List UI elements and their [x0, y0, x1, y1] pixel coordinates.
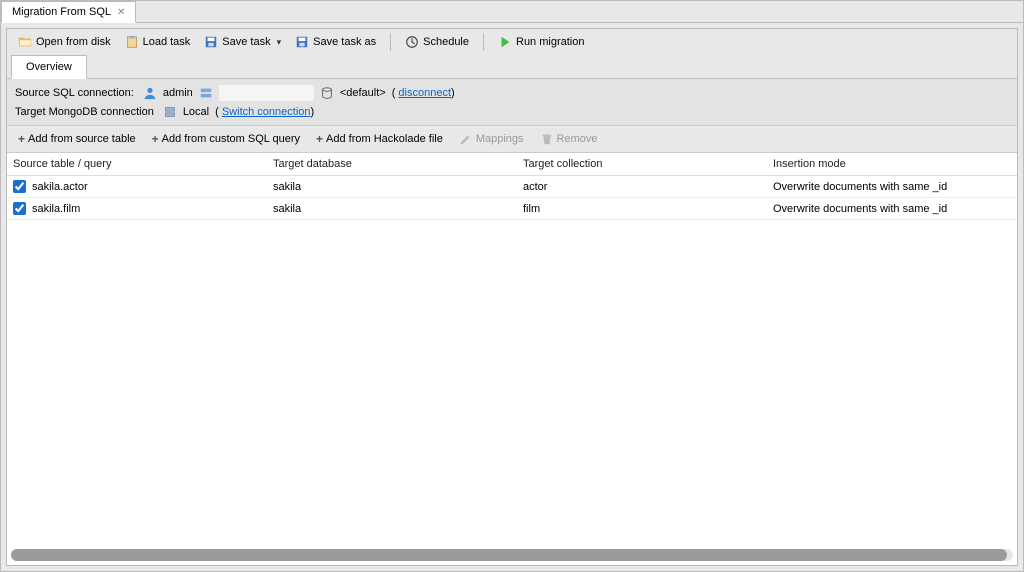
- app-window: Migration From SQL ✕ Open from disk Load…: [0, 0, 1024, 572]
- source-host-masked: [219, 85, 314, 101]
- play-icon: [498, 35, 512, 49]
- user-icon: [143, 86, 157, 100]
- source-connection-label: Source SQL connection:: [15, 87, 134, 99]
- row-insertion-mode: Overwrite documents with same _id: [773, 203, 1011, 215]
- row-checkbox[interactable]: [13, 202, 26, 215]
- h-scrollbar[interactable]: [11, 549, 1013, 561]
- toolbar-divider: [483, 33, 484, 51]
- window-tabstrip: Migration From SQL ✕: [1, 1, 1023, 23]
- remove-button[interactable]: Remove: [533, 129, 605, 149]
- add-from-custom-sql-button[interactable]: Add from custom SQL query: [145, 129, 307, 149]
- target-name: Local: [183, 106, 209, 118]
- save-task-button[interactable]: Save task ▾: [199, 32, 286, 52]
- col-target-coll[interactable]: Target collection: [523, 158, 773, 170]
- table-body: sakila.actor sakilaactorOverwrite documen…: [7, 176, 1017, 220]
- database-icon: [320, 86, 334, 100]
- row-target-db: sakila: [273, 203, 523, 215]
- source-default-db: <default>: [340, 87, 386, 99]
- trash-icon: [540, 132, 554, 146]
- row-target-db: sakila: [273, 181, 523, 193]
- plus-icon: [316, 132, 323, 146]
- tab-overview[interactable]: Overview: [11, 55, 87, 79]
- clipboard-load-icon: [125, 35, 139, 49]
- col-insertion-mode[interactable]: Insertion mode: [773, 158, 1011, 170]
- target-connection-row: Target MongoDB connection Local ( Switch…: [15, 105, 1009, 119]
- plus-icon: [18, 132, 25, 146]
- mappings-button[interactable]: Mappings: [452, 129, 531, 149]
- connection-panel: Source SQL connection: admin <default> (…: [7, 79, 1017, 126]
- table-row[interactable]: sakila.film sakilafilmOverwrite documents…: [7, 198, 1017, 220]
- save-icon: [204, 35, 218, 49]
- main-toolbar: Open from disk Load task Save task ▾: [7, 29, 1017, 55]
- content-area: Open from disk Load task Save task ▾: [1, 23, 1023, 571]
- inner-panel: Open from disk Load task Save task ▾: [6, 28, 1018, 566]
- h-scrollbar-thumb[interactable]: [11, 549, 1007, 561]
- sub-tabstrip: Overview: [7, 55, 1017, 79]
- row-target-coll: film: [523, 203, 773, 215]
- row-checkbox[interactable]: [13, 180, 26, 193]
- table-empty-space: [7, 220, 1017, 545]
- row-insertion-mode: Overwrite documents with same _id: [773, 181, 1011, 193]
- migration-table: Source table / query Target database Tar…: [7, 153, 1017, 565]
- window-tab-title: Migration From SQL: [12, 6, 111, 18]
- close-icon[interactable]: ✕: [117, 7, 125, 18]
- run-migration-button[interactable]: Run migration: [493, 32, 589, 52]
- switch-wrap: ( Switch connection): [215, 106, 314, 118]
- add-from-source-table-button[interactable]: Add from source table: [11, 129, 143, 149]
- toolbar-divider: [390, 33, 391, 51]
- disconnect-link[interactable]: disconnect: [398, 87, 451, 99]
- source-user: admin: [163, 87, 193, 99]
- add-from-hackolade-button[interactable]: Add from Hackolade file: [309, 129, 450, 149]
- table-header: Source table / query Target database Tar…: [7, 153, 1017, 176]
- row-source: sakila.actor: [32, 181, 88, 193]
- row-source: sakila.film: [32, 203, 80, 215]
- table-row[interactable]: sakila.actor sakilaactorOverwrite documen…: [7, 176, 1017, 198]
- window-tab-migration[interactable]: Migration From SQL ✕: [1, 1, 136, 23]
- pencil-icon: [459, 132, 473, 146]
- clock-icon: [405, 35, 419, 49]
- target-connection-label: Target MongoDB connection: [15, 106, 154, 118]
- folder-open-icon: [18, 35, 32, 49]
- server-icon: [199, 86, 213, 100]
- save-task-as-button[interactable]: Save task as: [290, 32, 381, 52]
- disconnect-wrap: ( disconnect): [392, 87, 455, 99]
- save-as-icon: [295, 35, 309, 49]
- open-from-disk-button[interactable]: Open from disk: [13, 32, 116, 52]
- chevron-down-icon: ▾: [277, 37, 282, 48]
- col-source[interactable]: Source table / query: [13, 158, 273, 170]
- source-connection-row: Source SQL connection: admin <default> (…: [15, 85, 1009, 101]
- load-task-button[interactable]: Load task: [120, 32, 196, 52]
- col-target-db[interactable]: Target database: [273, 158, 523, 170]
- server-small-icon: [163, 105, 177, 119]
- schedule-button[interactable]: Schedule: [400, 32, 474, 52]
- plus-icon: [152, 132, 159, 146]
- switch-connection-link[interactable]: Switch connection: [222, 106, 311, 118]
- action-bar: Add from source table Add from custom SQ…: [7, 126, 1017, 153]
- row-target-coll: actor: [523, 181, 773, 193]
